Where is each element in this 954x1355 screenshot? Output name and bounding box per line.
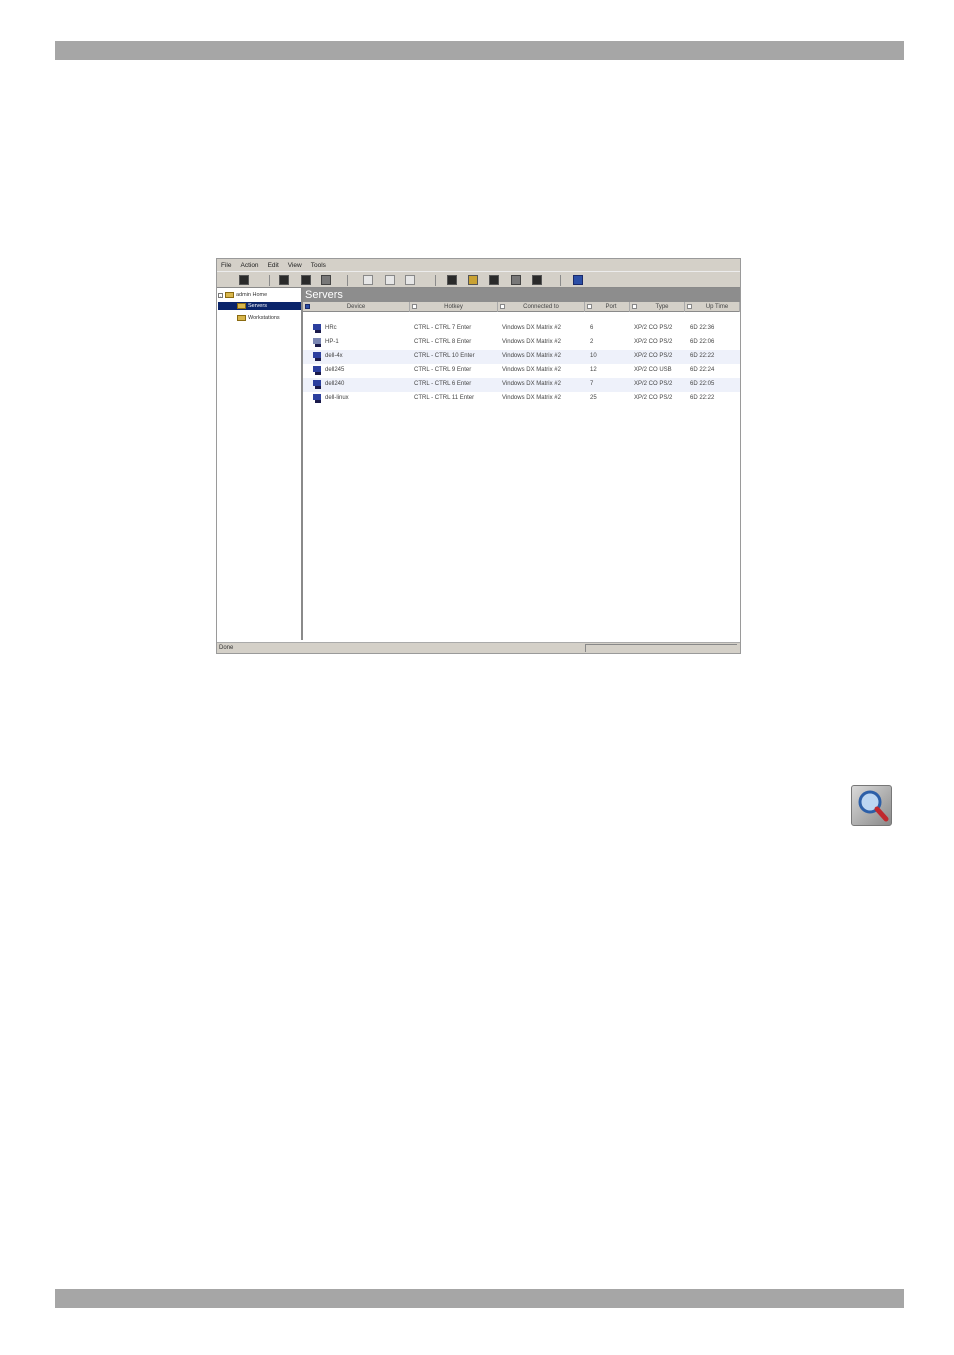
properties-icon[interactable] <box>279 275 289 285</box>
toolbar-separator <box>269 275 270 286</box>
paste-icon[interactable] <box>532 275 542 285</box>
cell-device: dell245 <box>325 367 345 373</box>
folder-icon <box>237 315 246 321</box>
cell-port: 10 <box>590 353 597 359</box>
application-window: File Action Edit View Tools - admin Home <box>216 258 741 654</box>
menu-edit[interactable]: Edit <box>268 262 279 269</box>
table-row[interactable]: dell245 CTRL - CTRL 9 Enter Vindows DX M… <box>303 364 740 378</box>
cell-port: 25 <box>590 395 597 401</box>
cell-port: 6 <box>590 325 594 331</box>
cell-hotkey: CTRL - CTRL 10 Enter <box>414 353 475 359</box>
cell-device: dell-linux <box>325 395 349 401</box>
cell-type: XP/2 CO PS/2 <box>634 395 673 401</box>
cell-port: 7 <box>590 381 594 387</box>
new-icon[interactable] <box>239 275 249 285</box>
workstation-view-icon[interactable] <box>321 275 331 285</box>
tree-node-workstations[interactable]: Workstations <box>237 314 280 322</box>
cell-up-time: 6D 22:05 <box>690 381 715 387</box>
status-bar: Done <box>217 642 740 653</box>
find-magnifier-icon <box>851 785 892 826</box>
menu-action[interactable]: Action <box>240 262 258 269</box>
matrix-icon[interactable] <box>447 275 457 285</box>
computer-icon <box>313 338 321 347</box>
folder-icon[interactable] <box>468 275 478 285</box>
device-list-panel: Servers Device Hotkey Connected to Port … <box>303 288 740 640</box>
computer-icon <box>313 394 321 403</box>
tree-node-label: Servers <box>248 303 267 309</box>
cell-hotkey: CTRL - CTRL 9 Enter <box>414 367 472 373</box>
tree-node-root[interactable]: - admin Home <box>218 291 267 299</box>
computer-icon <box>313 380 321 389</box>
table-row[interactable]: HP-1 CTRL - CTRL 8 Enter Vindows DX Matr… <box>303 336 740 350</box>
collapse-icon[interactable]: - <box>218 292 223 298</box>
cell-connected-to: Vindows DX Matrix #2 <box>502 353 561 359</box>
table-row[interactable]: dell-linux CTRL - CTRL 11 Enter Vindows … <box>303 392 740 406</box>
computer-icon <box>313 366 321 375</box>
menu-file[interactable]: File <box>221 262 231 269</box>
cell-connected-to: Vindows DX Matrix #2 <box>502 395 561 401</box>
cell-type: XP/2 CO USB <box>634 367 672 373</box>
computer-icon <box>313 352 321 361</box>
navigation-tree: - admin Home Servers Workstations <box>217 288 303 640</box>
cell-hotkey: CTRL - CTRL 11 Enter <box>414 395 475 401</box>
folder-icon <box>237 303 246 309</box>
cell-up-time: 6D 22:24 <box>690 367 715 373</box>
refresh-icon[interactable] <box>405 275 415 285</box>
menu-view[interactable]: View <box>288 262 302 269</box>
cell-port: 12 <box>590 367 597 373</box>
save-icon[interactable] <box>573 275 583 285</box>
cell-connected-to: Vindows DX Matrix #2 <box>502 325 561 331</box>
cell-type: XP/2 CO PS/2 <box>634 339 673 345</box>
tree-node-label: Workstations <box>248 315 280 321</box>
column-port[interactable]: Port <box>585 302 630 312</box>
toolbar <box>217 271 740 288</box>
column-type[interactable]: Type <box>630 302 685 312</box>
cell-up-time: 6D 22:22 <box>690 353 715 359</box>
cell-device: dell240 <box>325 381 345 387</box>
copy-icon[interactable] <box>511 275 521 285</box>
table-row[interactable]: dell240 CTRL - CTRL 6 Enter Vindows DX M… <box>303 378 740 392</box>
cell-connected-to: Vindows DX Matrix #2 <box>502 367 561 373</box>
toolbar-separator <box>560 275 561 286</box>
page-header-bar <box>55 41 904 60</box>
cell-hotkey: CTRL - CTRL 8 Enter <box>414 339 472 345</box>
cell-connected-to: Vindows DX Matrix #2 <box>502 339 561 345</box>
connect-icon[interactable] <box>363 275 373 285</box>
toolbar-separator <box>347 275 348 286</box>
cell-hotkey: CTRL - CTRL 7 Enter <box>414 325 472 331</box>
cell-port: 2 <box>590 339 594 345</box>
tree-node-label: admin Home <box>236 292 268 298</box>
panel-title: Servers <box>303 288 740 302</box>
status-panel <box>585 644 737 652</box>
column-hotkey[interactable]: Hotkey <box>410 302 498 312</box>
cell-device: HP-1 <box>325 339 339 345</box>
cell-device: dell-4x <box>325 353 343 359</box>
table-row[interactable]: HRc CTRL - CTRL 7 Enter Vindows DX Matri… <box>303 322 740 336</box>
column-connected-to[interactable]: Connected to <box>498 302 585 312</box>
cell-type: XP/2 CO PS/2 <box>634 381 673 387</box>
column-header: Device Hotkey Connected to Port Type Up … <box>303 302 740 312</box>
column-device[interactable]: Device <box>303 302 410 312</box>
cell-type: XP/2 CO PS/2 <box>634 353 673 359</box>
status-text: Done <box>219 645 234 651</box>
server-view-icon[interactable] <box>301 275 311 285</box>
disconnect-icon[interactable] <box>385 275 395 285</box>
toolbar-separator <box>435 275 436 286</box>
cell-type: XP/2 CO PS/2 <box>634 325 673 331</box>
column-up-time[interactable]: Up Time <box>685 302 740 312</box>
cell-up-time: 6D 22:22 <box>690 395 715 401</box>
cell-connected-to: Vindows DX Matrix #2 <box>502 381 561 387</box>
cell-device: HRc <box>325 325 337 331</box>
table-row[interactable]: dell-4x CTRL - CTRL 10 Enter Vindows DX … <box>303 350 740 364</box>
cell-up-time: 6D 22:36 <box>690 325 715 331</box>
page-footer-bar <box>55 1289 904 1308</box>
menu-bar: File Action Edit View Tools <box>217 259 740 271</box>
cell-up-time: 6D 22:06 <box>690 339 715 345</box>
device-icon[interactable] <box>489 275 499 285</box>
folder-icon <box>225 292 234 298</box>
computer-icon <box>313 324 321 333</box>
cell-hotkey: CTRL - CTRL 6 Enter <box>414 381 472 387</box>
tree-node-servers[interactable]: Servers <box>218 302 301 310</box>
menu-tools[interactable]: Tools <box>311 262 326 269</box>
